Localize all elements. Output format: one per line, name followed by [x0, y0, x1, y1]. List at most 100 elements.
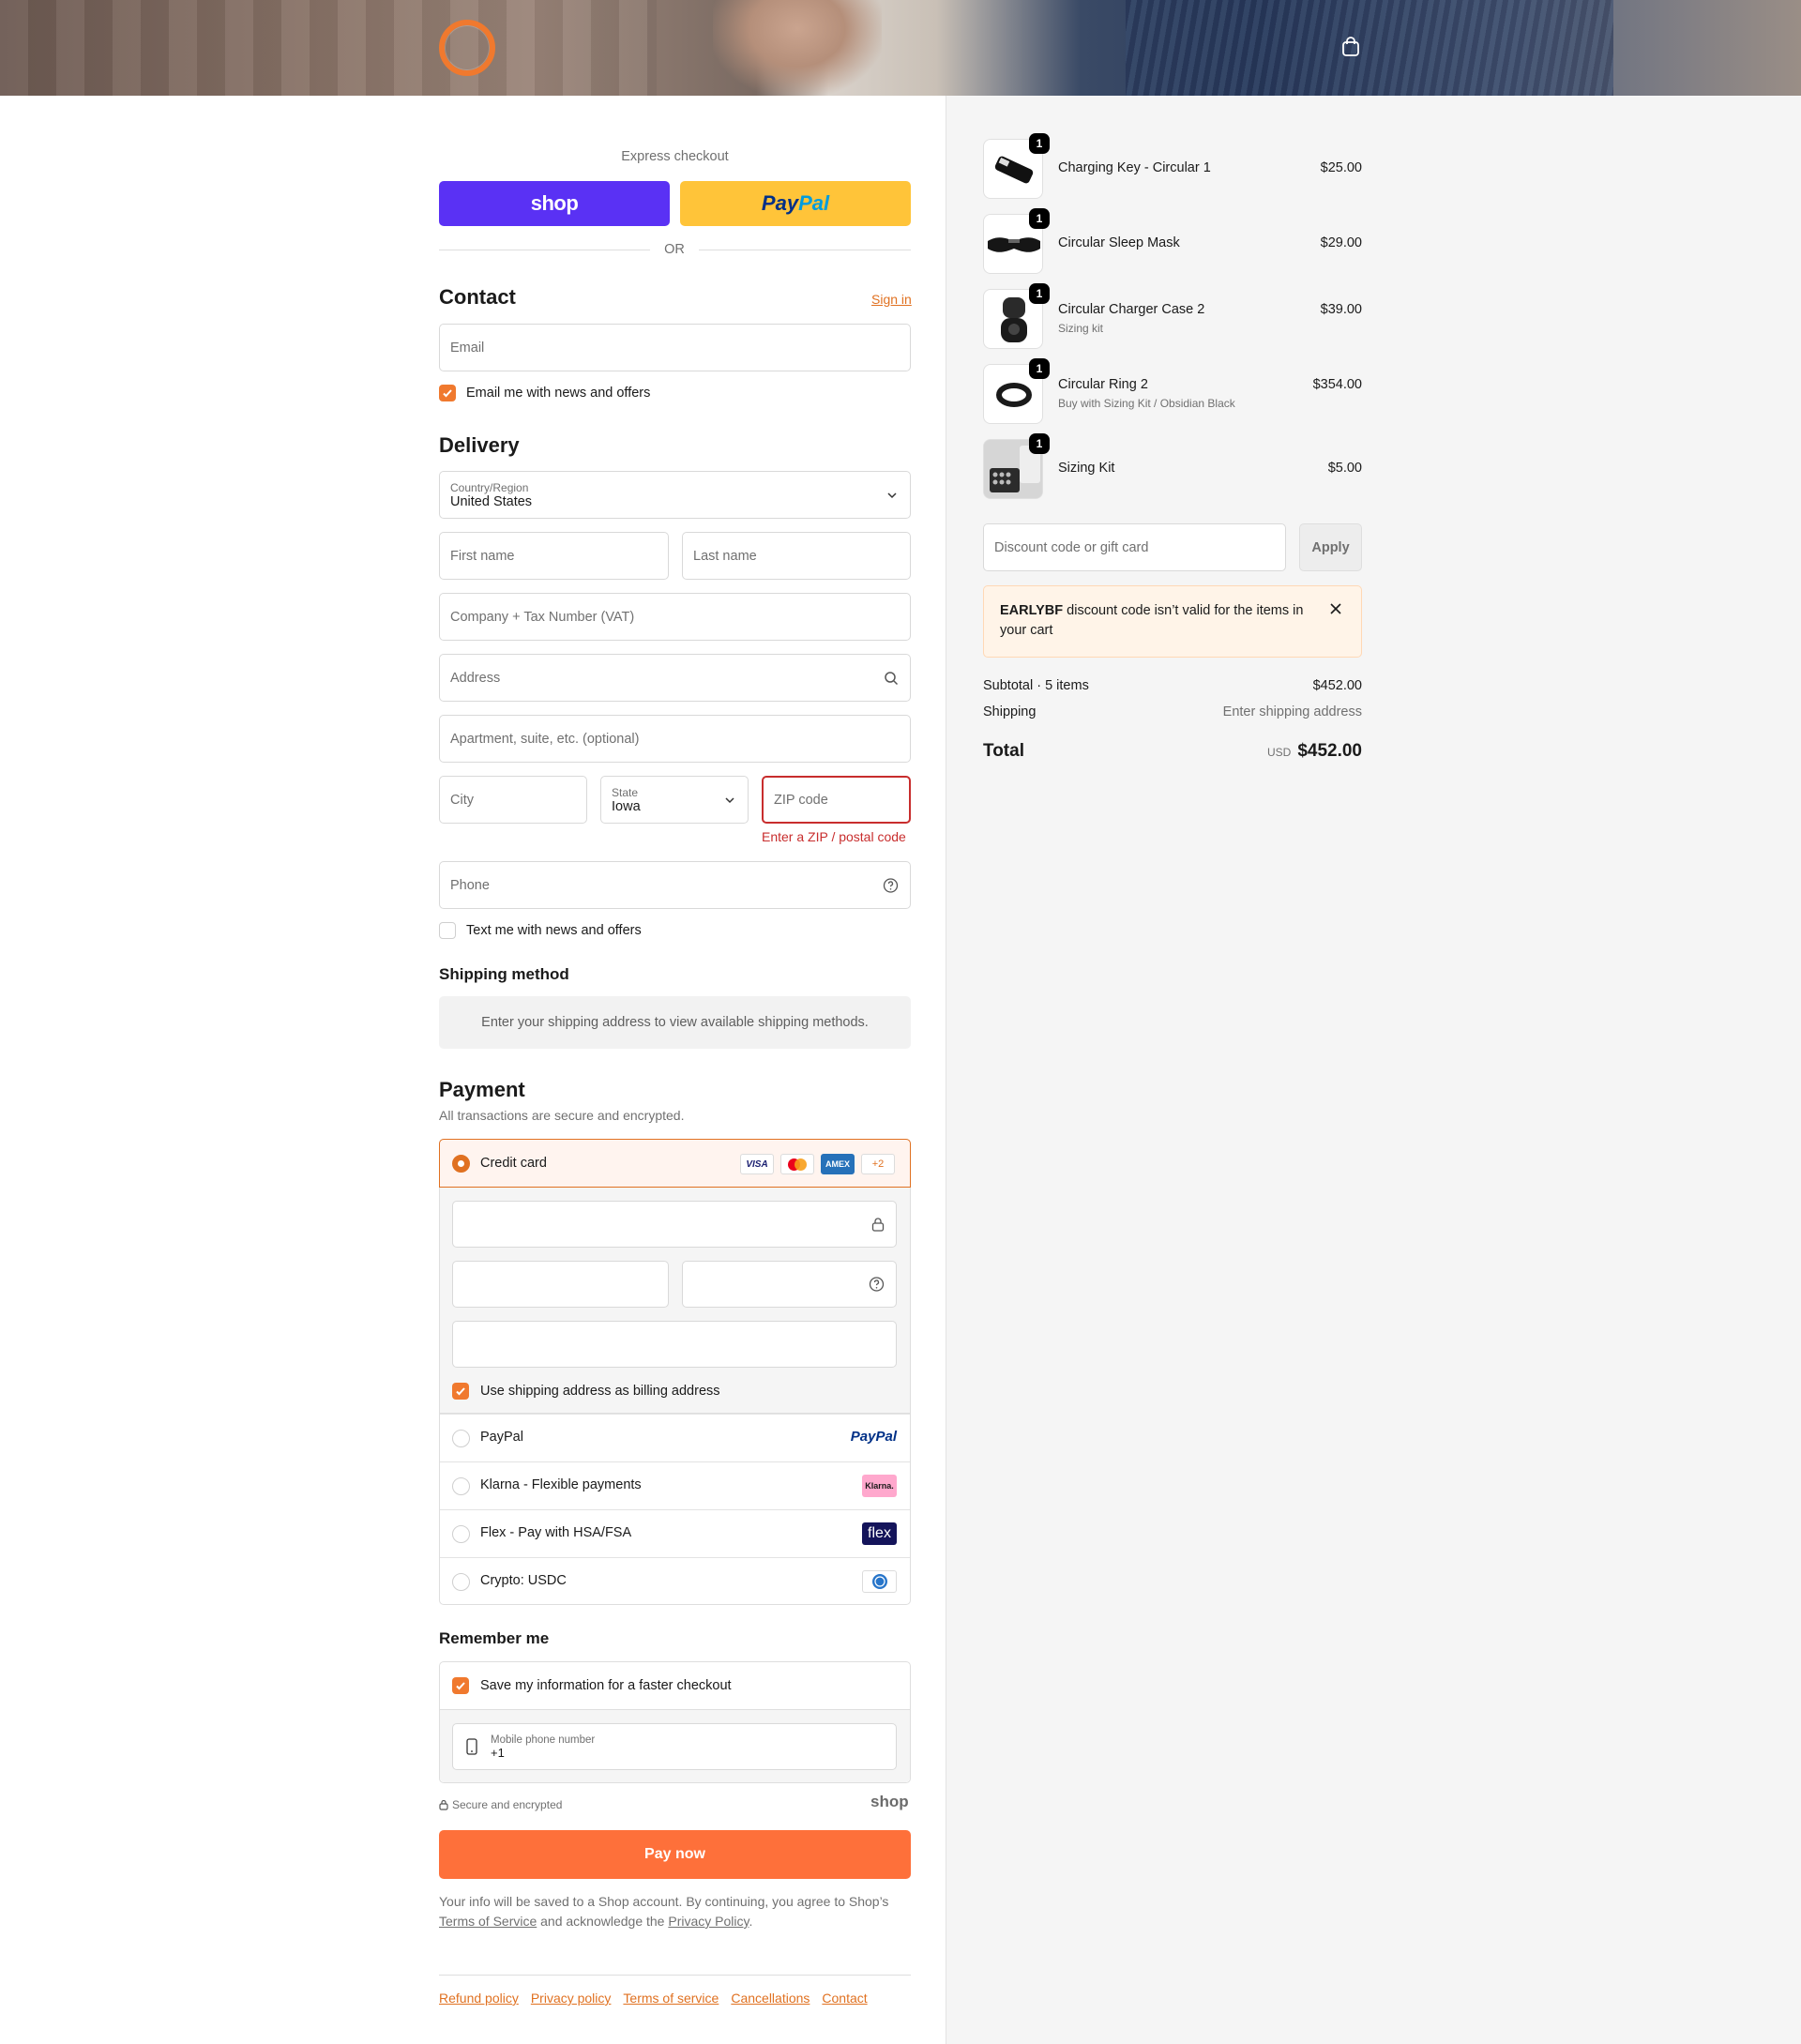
shipping-method-info-text: Enter your shipping address to view avai…	[481, 1015, 869, 1030]
shipping-label: Shipping	[983, 704, 1037, 719]
zip-placeholder: ZIP code	[774, 792, 828, 808]
paypal-option[interactable]: PayPal PayPal	[440, 1414, 910, 1461]
mobile-phone-value: +1	[491, 1745, 505, 1760]
sign-in-link[interactable]: Sign in	[871, 292, 912, 307]
apply-discount-button[interactable]: Apply	[1299, 523, 1362, 571]
city-field[interactable]: City	[439, 776, 587, 824]
billing-same-label: Use shipping address as billing address	[480, 1384, 720, 1399]
legal-text-a: Your info will be saved to a Shop accoun…	[439, 1894, 889, 1909]
first-name-field[interactable]: First name	[439, 532, 669, 580]
last-name-field[interactable]: Last name	[682, 532, 911, 580]
address-field[interactable]: Address	[439, 654, 911, 702]
lock-icon	[871, 1218, 885, 1232]
shop-pay-button[interactable]: shop	[439, 181, 670, 226]
lock-icon	[439, 1799, 448, 1810]
address-placeholder: Address	[450, 670, 501, 686]
company-field[interactable]: Company + Tax Number (VAT)	[439, 593, 911, 641]
pay-now-button[interactable]: Pay now	[439, 1830, 911, 1879]
shopping-bag-icon[interactable]	[1339, 36, 1362, 58]
privacy-policy-footer-link[interactable]: Privacy policy	[531, 1991, 612, 2006]
legal-text-c: .	[749, 1914, 753, 1929]
flex-option[interactable]: Flex - Pay with HSA/FSA flex	[440, 1509, 910, 1557]
name-on-card-field[interactable]	[452, 1321, 897, 1368]
expiration-date-field[interactable]	[452, 1261, 669, 1308]
city-placeholder: City	[450, 792, 474, 808]
mobile-phone-label: Mobile phone number	[491, 1734, 596, 1746]
footer-divider	[439, 1975, 911, 1976]
phone-field[interactable]: Phone	[439, 861, 911, 909]
or-label: OR	[664, 242, 685, 257]
amex-icon: AMEX	[821, 1154, 855, 1174]
paypal-button[interactable]: Pay Pal	[680, 181, 911, 226]
usdc-coin-icon	[871, 1574, 887, 1589]
country-value: United States	[450, 493, 533, 509]
terms-of-service-footer-link[interactable]: Terms of service	[623, 1991, 719, 2006]
mobile-phone-field[interactable]: Mobile phone number +1	[452, 1723, 897, 1770]
cancellations-link[interactable]: Cancellations	[731, 1991, 810, 2006]
zip-field[interactable]: ZIP code	[762, 776, 911, 824]
text-opt-in-checkbox[interactable]	[439, 922, 456, 939]
crypto-radio[interactable]	[452, 1573, 470, 1591]
quantity-badge: 1	[1029, 358, 1050, 379]
privacy-policy-link[interactable]: Privacy Policy	[668, 1914, 749, 1929]
total-label: Total	[983, 741, 1024, 761]
item-name: Charging Key - Circular 1	[1058, 160, 1211, 175]
help-icon[interactable]	[869, 1277, 885, 1293]
item-variant: Sizing kit	[1058, 322, 1104, 335]
flex-radio[interactable]	[452, 1525, 470, 1543]
state-select[interactable]: State Iowa	[600, 776, 749, 824]
flex-logo: flex	[862, 1522, 897, 1545]
paypal-logo: PayPal	[850, 1429, 897, 1445]
paypal-radio[interactable]	[452, 1430, 470, 1447]
credit-card-radio[interactable]	[452, 1155, 470, 1173]
currency-code: USD	[1266, 746, 1292, 759]
chevron-down-icon	[887, 492, 897, 498]
shop-pay-label: shop	[530, 191, 579, 215]
shipping-value: Enter shipping address	[1222, 704, 1362, 719]
total-amount: USD $452.00	[1267, 741, 1362, 762]
close-icon[interactable]	[1329, 602, 1342, 615]
quantity-badge: 1	[1029, 433, 1050, 454]
terms-of-service-link[interactable]: Terms of Service	[439, 1914, 537, 1929]
save-info-checkbox[interactable]	[452, 1677, 469, 1694]
legal-text-b: and acknowledge the	[540, 1914, 665, 1929]
item-name: Circular Sleep Mask	[1058, 235, 1180, 250]
total-value: $452.00	[1297, 741, 1362, 761]
country-select[interactable]: Country/Region United States	[439, 471, 911, 519]
legal-text: Your info will be saved to a Shop accoun…	[439, 1892, 911, 1931]
crypto-option[interactable]: Crypto: USDC	[440, 1557, 910, 1605]
apply-label: Apply	[1311, 539, 1350, 555]
item-price: $25.00	[1320, 160, 1362, 175]
footer-links: Refund policy Privacy policy Terms of se…	[439, 1991, 868, 2006]
shipping-method-heading: Shipping method	[439, 965, 569, 983]
card-number-field[interactable]	[452, 1201, 897, 1248]
discount-code: EARLYBF	[1000, 603, 1064, 618]
email-field[interactable]: Email	[439, 324, 911, 371]
secure-label: Secure and encrypted	[452, 1798, 563, 1811]
brand-logo[interactable]	[439, 20, 495, 76]
mastercard-circles	[788, 1158, 807, 1171]
usdc-icon	[862, 1570, 897, 1593]
text-opt-in-label: Text me with news and offers	[466, 923, 642, 938]
newsletter-label: Email me with news and offers	[466, 386, 651, 401]
flex-option-label: Flex - Pay with HSA/FSA	[480, 1525, 632, 1540]
newsletter-checkbox[interactable]	[439, 385, 456, 401]
contact-link[interactable]: Contact	[822, 1991, 867, 2006]
more-cards-label: +2	[871, 1158, 885, 1170]
delivery-heading: Delivery	[439, 433, 520, 457]
discount-code-field[interactable]: Discount code or gift card	[983, 523, 1286, 571]
refund-policy-link[interactable]: Refund policy	[439, 1991, 519, 2006]
company-placeholder: Company + Tax Number (VAT)	[450, 609, 635, 625]
klarna-option[interactable]: Klarna - Flexible payments Klarna.	[440, 1461, 910, 1509]
klarna-radio[interactable]	[452, 1477, 470, 1495]
billing-same-checkbox[interactable]	[452, 1383, 469, 1400]
email-placeholder: Email	[450, 340, 485, 356]
help-icon[interactable]	[883, 877, 899, 893]
checkmark-icon	[443, 389, 452, 398]
apartment-field[interactable]: Apartment, suite, etc. (optional)	[439, 715, 911, 763]
security-code-field[interactable]	[682, 1261, 897, 1308]
paypal-label-b: Pal	[798, 191, 830, 215]
first-name-placeholder: First name	[450, 548, 515, 564]
mobile-phone-icon	[466, 1738, 477, 1755]
item-price: $39.00	[1320, 302, 1362, 317]
